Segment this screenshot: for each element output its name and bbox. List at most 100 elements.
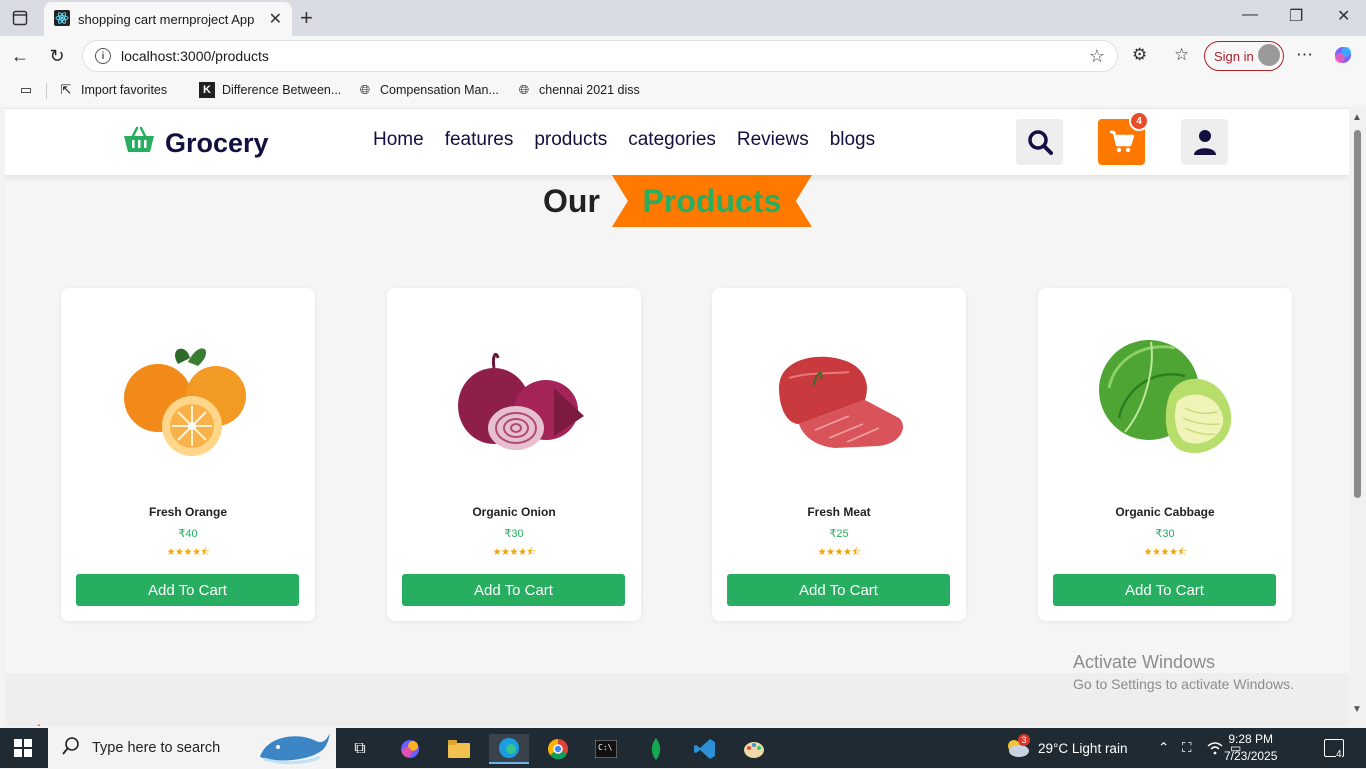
- favorite-star-icon[interactable]: ☆: [1089, 46, 1105, 67]
- product-card-onion: Organic Onion ₹30 ★★★★⯪ Add To Cart: [387, 288, 641, 621]
- favorite-label: Difference Between...: [222, 83, 342, 97]
- cart-icon: [1109, 130, 1134, 153]
- search-button[interactable]: [1016, 119, 1063, 165]
- orange-image: [108, 328, 268, 468]
- watermark-subtitle: Go to Settings to activate Windows.: [1073, 676, 1294, 692]
- nav-reviews[interactable]: Reviews: [737, 129, 809, 151]
- nav-categories[interactable]: categories: [628, 129, 716, 151]
- minimize-icon[interactable]: —: [1242, 6, 1258, 24]
- favorite-difference[interactable]: K Difference Between...: [199, 82, 341, 98]
- taskbar-search[interactable]: Type here to search: [48, 728, 336, 768]
- browser-tab-bar: shopping cart mernproject App ✕ + — ❐ ✕: [0, 0, 1366, 36]
- search-placeholder: Type here to search: [92, 740, 221, 756]
- k-icon: K: [199, 82, 215, 98]
- tab-title: shopping cart mernproject App: [78, 11, 255, 27]
- rating-stars-icon: ★★★★⯪: [166, 547, 210, 558]
- favorites-icon[interactable]: ☆: [1174, 45, 1189, 65]
- chrome-icon[interactable]: [538, 734, 578, 764]
- favorite-import[interactable]: ⇱ Import favorites: [58, 82, 168, 98]
- product-price: ₹25: [829, 528, 849, 540]
- windows-start-icon[interactable]: [14, 739, 32, 762]
- favorite-compensation[interactable]: 🌐︎ Compensation Man...: [357, 82, 499, 98]
- address-input[interactable]: i localhost:3000/products ☆: [82, 40, 1118, 72]
- clock-date: 7/23/2025: [1224, 749, 1278, 763]
- product-name: Fresh Orange: [148, 505, 228, 519]
- copilot-taskbar-icon[interactable]: [390, 734, 430, 764]
- rating-stars-icon: ★★★★⯪: [817, 547, 861, 558]
- logo-text: Grocery: [165, 128, 269, 158]
- main-nav: Home features products categories Review…: [373, 129, 875, 151]
- add-to-cart-button[interactable]: Add To Cart: [727, 574, 950, 606]
- product-price: ₹30: [1155, 528, 1175, 540]
- user-button[interactable]: [1181, 119, 1228, 165]
- scrollbar-thumb[interactable]: [1354, 130, 1361, 498]
- onion-image: [434, 328, 594, 468]
- product-price: ₹30: [504, 528, 524, 540]
- reading-view-icon[interactable]: ▭: [18, 82, 34, 98]
- favorite-chennai[interactable]: 🌐︎ chennai 2021 diss: [516, 82, 640, 98]
- browser-tab[interactable]: shopping cart mernproject App ✕: [44, 2, 292, 36]
- scroll-up-icon[interactable]: ▲: [1352, 112, 1362, 123]
- cabbage-image: [1085, 328, 1245, 468]
- scroll-down-icon[interactable]: ▼: [1352, 704, 1362, 715]
- new-tab-icon[interactable]: +: [300, 5, 313, 31]
- system-clock[interactable]: 9:28 PM 7/23/2025: [1224, 731, 1277, 765]
- nav-products[interactable]: products: [534, 129, 607, 151]
- tab-actions-icon[interactable]: [8, 6, 32, 30]
- import-icon: ⇱: [60, 82, 72, 97]
- tray-chevron-up-icon[interactable]: ⌃: [1158, 728, 1169, 768]
- nav-features[interactable]: features: [445, 129, 514, 151]
- close-tab-icon[interactable]: ✕: [269, 9, 282, 29]
- add-to-cart-button[interactable]: Add To Cart: [1053, 574, 1276, 606]
- notifications-icon[interactable]: 4: [1324, 728, 1344, 768]
- product-name: Organic Cabbage: [1115, 505, 1215, 519]
- site-info-icon[interactable]: i: [95, 48, 111, 64]
- globe-icon: 🌐︎: [518, 82, 530, 97]
- heading-plain: Our: [543, 182, 600, 219]
- refresh-icon[interactable]: ↻: [45, 44, 69, 68]
- nav-home[interactable]: Home: [373, 129, 424, 151]
- weather-widget[interactable]: 3 29°C Light rain: [1004, 728, 1127, 768]
- edge-browser-icon[interactable]: [489, 734, 529, 764]
- copilot-icon[interactable]: [1333, 45, 1353, 70]
- site-header: Grocery Home features products categorie…: [5, 109, 1349, 175]
- favorites-bar: ▭ ⇱ Import favorites K Difference Betwee…: [0, 76, 1366, 106]
- address-toolbar: ← ↻ i localhost:3000/products ☆ ⚙ ☆ Sign…: [0, 36, 1366, 76]
- product-name: Organic Onion: [472, 505, 556, 519]
- restore-icon[interactable]: ❐: [1289, 6, 1303, 26]
- footer-logo-icon: [29, 717, 49, 726]
- wifi-icon[interactable]: [1207, 728, 1223, 768]
- network-adapter-icon[interactable]: ⛶: [1182, 728, 1191, 768]
- search-icon: [1027, 130, 1053, 155]
- nav-blogs[interactable]: blogs: [830, 129, 875, 151]
- task-view-icon[interactable]: ⧉: [340, 734, 380, 764]
- page-scrollbar[interactable]: ▲ ▼: [1349, 108, 1366, 726]
- heading-highlight: Products: [611, 175, 812, 227]
- file-explorer-icon[interactable]: [439, 734, 479, 764]
- rating-stars-icon: ★★★★⯪: [492, 547, 536, 558]
- site-logo[interactable]: Grocery: [123, 126, 269, 161]
- more-options-icon[interactable]: ⋯: [1296, 45, 1313, 65]
- close-window-icon[interactable]: ✕: [1337, 6, 1350, 26]
- extensions-icon[interactable]: ⚙: [1132, 45, 1147, 65]
- svg-text:C:\: C:\: [598, 743, 613, 752]
- notification-count-badge: 4: [1336, 749, 1342, 760]
- product-card-meat: Fresh Meat ₹25 ★★★★⯪ Add To Cart: [712, 288, 966, 621]
- vscode-icon[interactable]: [685, 734, 725, 764]
- page-viewport: Grocery Home features products categorie…: [5, 108, 1349, 726]
- watermark-title: Activate Windows: [1073, 652, 1216, 672]
- meat-image: [759, 328, 919, 468]
- add-to-cart-button[interactable]: Add To Cart: [402, 574, 625, 606]
- clock-time: 9:28 PM: [1228, 732, 1274, 746]
- terminal-icon[interactable]: C:\: [586, 734, 626, 764]
- add-to-cart-button[interactable]: Add To Cart: [76, 574, 299, 606]
- search-icon: [62, 737, 80, 759]
- weather-alert-badge: 3: [1018, 733, 1030, 746]
- user-icon: [1193, 130, 1216, 155]
- sign-in-button[interactable]: Sign in: [1204, 41, 1284, 71]
- mongodb-icon[interactable]: [636, 734, 676, 764]
- paint-icon[interactable]: [734, 734, 774, 764]
- back-icon[interactable]: ←: [8, 44, 32, 68]
- weather-cloud-icon: 3: [1004, 733, 1030, 761]
- product-card-orange: Fresh Orange ₹40 ★★★★⯪ Add To Cart: [61, 288, 315, 621]
